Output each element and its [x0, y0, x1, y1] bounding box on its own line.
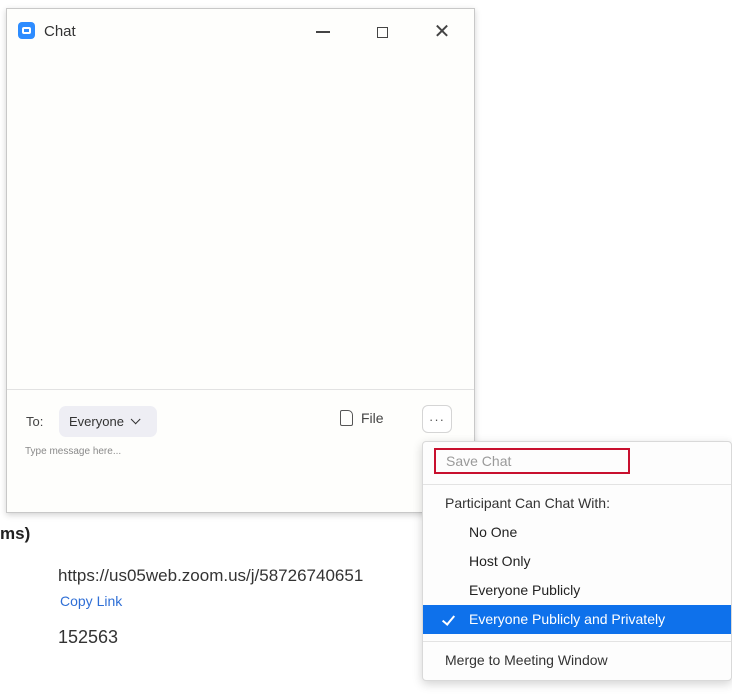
zoom-chat-icon [18, 22, 35, 39]
recipient-value: Everyone [69, 414, 124, 429]
chat-options-menu: Save Chat Participant Can Chat With: No … [422, 441, 732, 681]
menu-item-everyone-publicly[interactable]: Everyone Publicly [423, 576, 731, 605]
participant-chat-label: Participant Can Chat With: [445, 495, 610, 511]
more-options-button[interactable]: ··· [422, 405, 452, 433]
composer-divider [7, 389, 474, 390]
merge-to-meeting-item[interactable]: Merge to Meeting Window [445, 652, 608, 668]
menu-item-host-only[interactable]: Host Only [423, 547, 731, 576]
section-heading-partial: ms) [0, 524, 31, 543]
copy-link[interactable]: Copy Link [60, 593, 122, 609]
file-icon [340, 410, 353, 426]
menu-item-label: Everyone Publicly [469, 582, 581, 598]
menu-item-no-one[interactable]: No One [423, 518, 731, 547]
chevron-down-icon [130, 414, 141, 425]
meeting-passcode: 152563 [58, 627, 119, 647]
menu-item-everyone-publicly-privately[interactable]: Everyone Publicly and Privately [423, 605, 731, 634]
maximize-icon [376, 26, 388, 38]
file-label: File [361, 410, 384, 426]
recipient-dropdown[interactable]: Everyone [59, 406, 157, 437]
save-chat-item[interactable]: Save Chat [434, 448, 630, 474]
to-label: To: [26, 414, 44, 429]
check-icon [441, 612, 456, 626]
menu-divider [423, 641, 731, 642]
minimize-button[interactable] [310, 19, 336, 45]
message-input[interactable]: Type message here... [25, 446, 121, 457]
maximize-button[interactable] [369, 19, 395, 45]
menu-divider [423, 484, 731, 485]
file-button[interactable]: File [340, 410, 384, 426]
message-list[interactable] [7, 53, 474, 389]
close-icon: ✕ [433, 21, 451, 43]
menu-item-label: No One [469, 524, 518, 540]
menu-item-label: Everyone Publicly and Privately [469, 611, 666, 627]
meeting-url: https://us05web.zoom.us/j/58726740651 [58, 566, 364, 585]
close-button[interactable]: ✕ [429, 19, 455, 45]
menu-item-label: Host Only [469, 553, 531, 569]
window-title: Chat [44, 23, 76, 40]
chat-window: Chat ✕ To: Everyone File ··· Type messag… [6, 8, 475, 513]
title-bar[interactable]: Chat ✕ [7, 9, 474, 53]
minimize-icon [316, 31, 330, 33]
